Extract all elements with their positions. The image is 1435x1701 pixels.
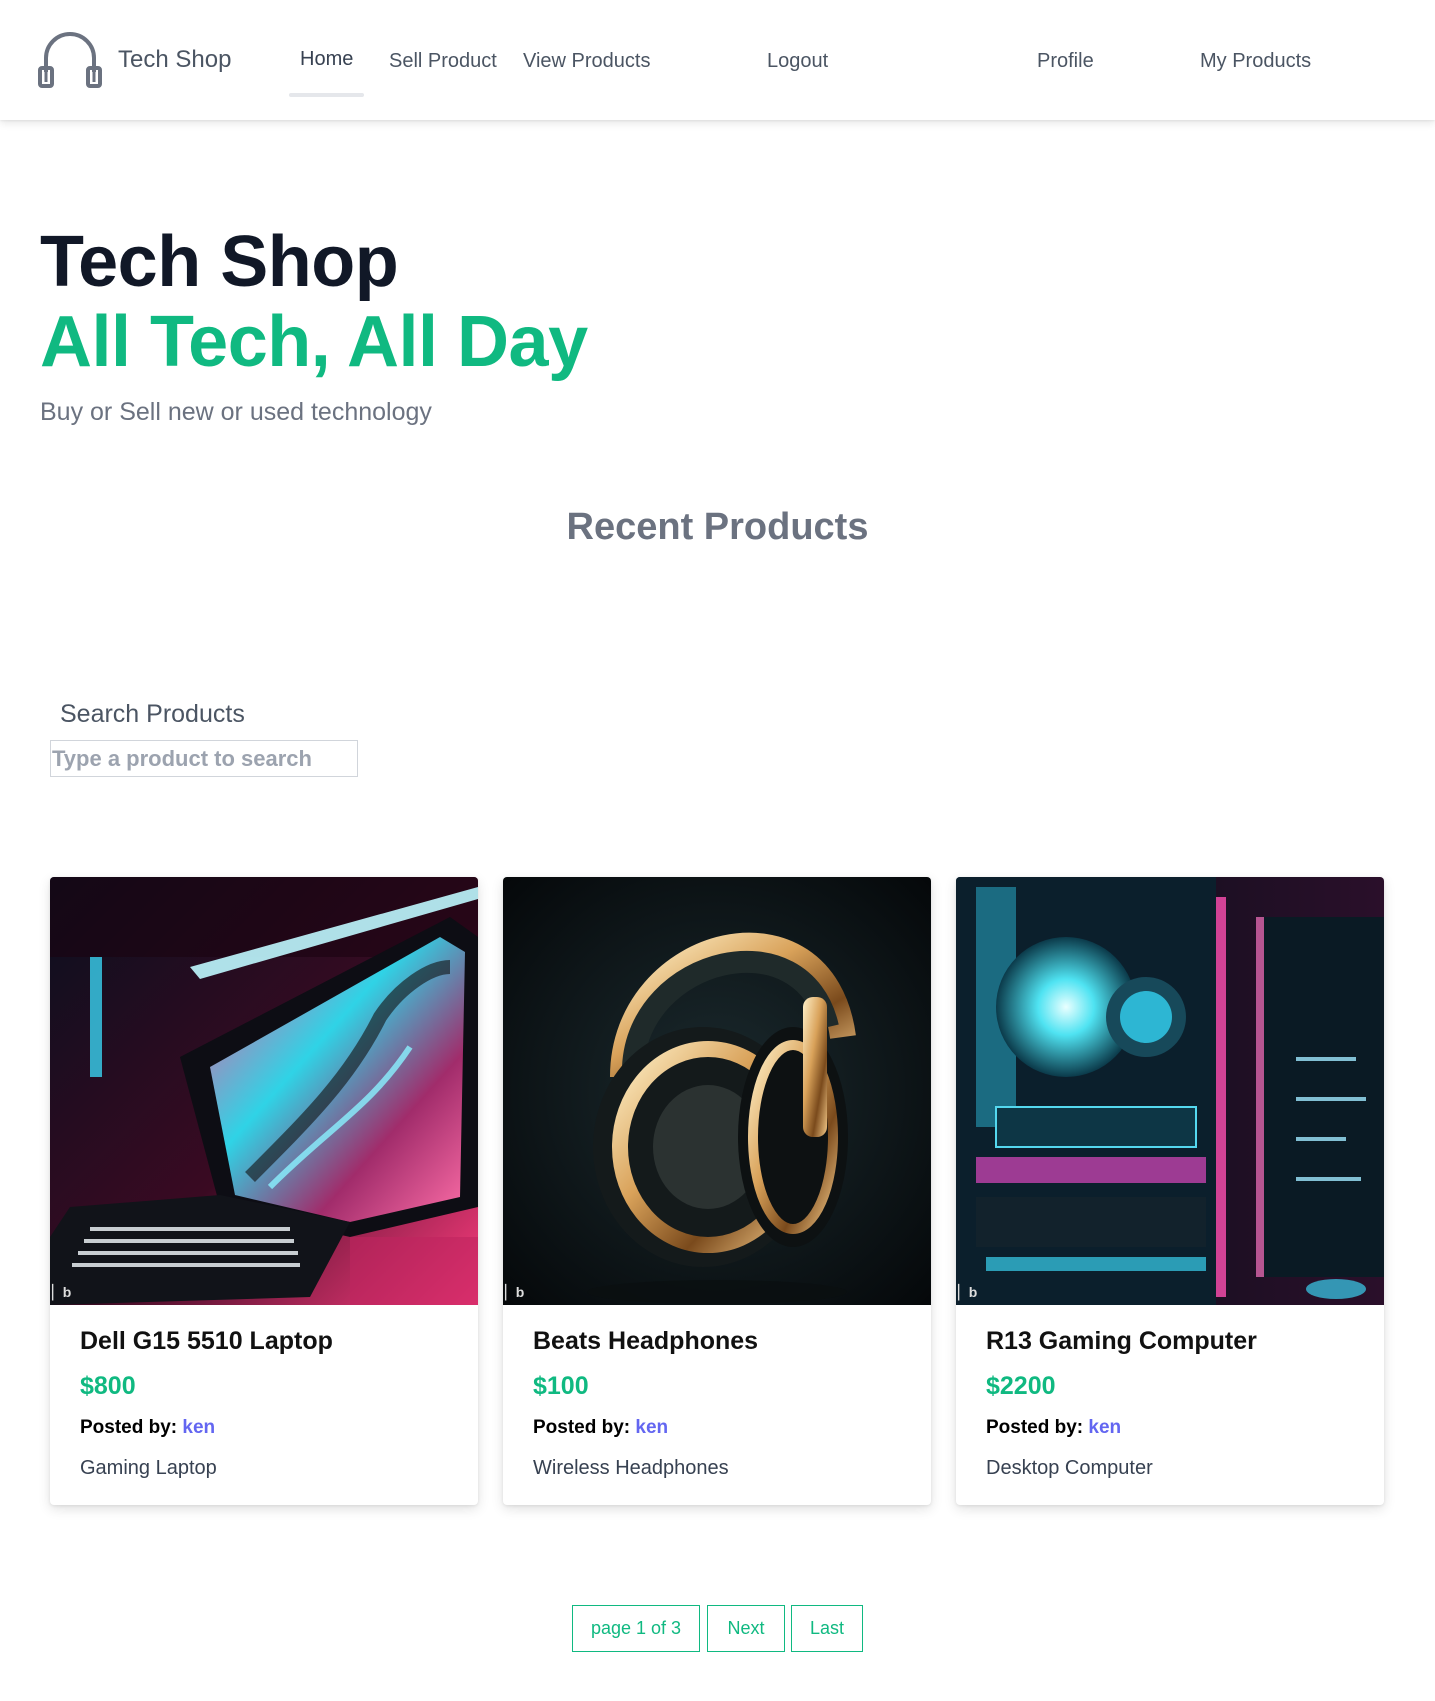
hero-title: Tech Shop All Tech, All Day	[40, 222, 588, 382]
poster-link[interactable]: ken	[182, 1417, 215, 1438]
hero-title-line2: All Tech, All Day	[40, 302, 588, 382]
product-price: $800	[80, 1372, 136, 1400]
search-input[interactable]	[50, 740, 358, 777]
navbar: Tech Shop Home Sell Product View Product…	[0, 0, 1435, 120]
bing-watermark-icon: ▏b	[958, 1284, 978, 1300]
posted-by: Posted by: ken	[533, 1417, 901, 1439]
bing-watermark-icon: ▏b	[505, 1284, 525, 1300]
bing-watermark-icon: ▏b	[52, 1284, 72, 1300]
product-title[interactable]: Dell G15 5510 Laptop	[80, 1327, 448, 1356]
product-image-headphones[interactable]: ▏b	[503, 877, 931, 1305]
posted-by: Posted by: ken	[986, 1417, 1354, 1439]
product-title[interactable]: Beats Headphones	[533, 1327, 901, 1356]
nav-my-products[interactable]: My Products	[1200, 50, 1311, 73]
headphones-logo-icon	[38, 32, 102, 88]
poster-link[interactable]: ken	[635, 1417, 668, 1438]
posted-by-label: Posted by:	[533, 1417, 631, 1438]
product-card[interactable]: ▏b Dell G15 5510 Laptop $800 Posted by: …	[50, 877, 478, 1505]
product-description: Gaming Laptop	[80, 1457, 217, 1479]
nav-logout[interactable]: Logout	[767, 50, 828, 73]
card-body: R13 Gaming Computer $2200 Posted by: ken…	[956, 1305, 1384, 1502]
product-image-gaming-computer[interactable]: ▏b	[956, 877, 1384, 1305]
product-description: Desktop Computer	[986, 1457, 1153, 1479]
search-label: Search Products	[60, 700, 245, 728]
posted-by: Posted by: ken	[80, 1417, 448, 1439]
page-status-button[interactable]: page 1 of 3	[572, 1605, 700, 1652]
recent-products-heading: Recent Products	[566, 506, 869, 548]
nav-profile[interactable]: Profile	[1037, 50, 1094, 73]
nav-view-products[interactable]: View Products	[523, 50, 650, 73]
product-price: $2200	[986, 1372, 1056, 1400]
product-card[interactable]: ▏b Beats Headphones $100 Posted by: ken …	[503, 877, 931, 1505]
product-description: Wireless Headphones	[533, 1457, 729, 1479]
product-title[interactable]: R13 Gaming Computer	[986, 1327, 1354, 1356]
last-page-button[interactable]: Last	[791, 1605, 863, 1652]
hero-title-line1: Tech Shop	[40, 222, 399, 302]
card-body: Beats Headphones $100 Posted by: ken Wir…	[503, 1305, 931, 1502]
next-page-button[interactable]: Next	[707, 1605, 785, 1652]
product-image-laptop[interactable]: ▏b	[50, 877, 478, 1305]
card-body: Dell G15 5510 Laptop $800 Posted by: ken…	[50, 1305, 478, 1502]
product-price: $100	[533, 1372, 589, 1400]
poster-link[interactable]: ken	[1088, 1417, 1121, 1438]
nav-home[interactable]: Home	[300, 48, 353, 71]
brand-link[interactable]: Tech Shop	[38, 28, 231, 92]
brand-name: Tech Shop	[118, 46, 232, 73]
nav-sell-product[interactable]: Sell Product	[389, 50, 497, 73]
hero-subtitle: Buy or Sell new or used technology	[40, 398, 432, 426]
nav-home-underline	[289, 93, 364, 97]
posted-by-label: Posted by:	[986, 1417, 1084, 1438]
posted-by-label: Posted by:	[80, 1417, 178, 1438]
product-card[interactable]: ▏b R13 Gaming Computer $2200 Posted by: …	[956, 877, 1384, 1505]
